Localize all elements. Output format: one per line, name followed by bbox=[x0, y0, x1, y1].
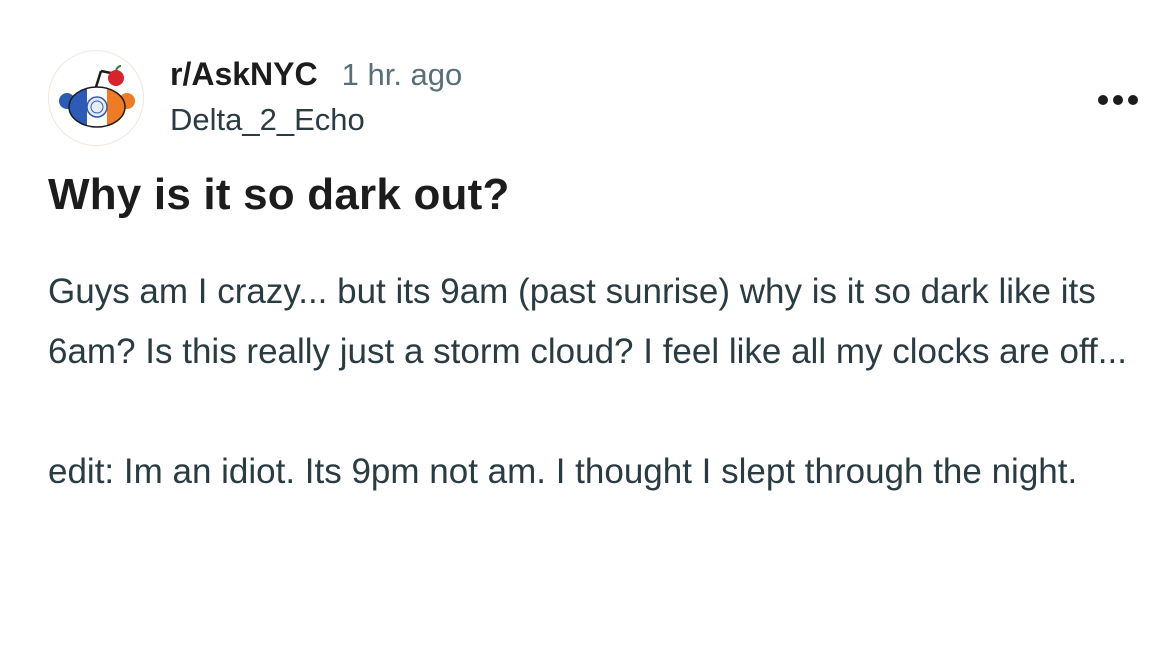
post-header: r/AskNYC 1 hr. ago Delta_2_Echo bbox=[48, 50, 1128, 150]
post-title[interactable]: Why is it so dark out? bbox=[48, 170, 510, 220]
post-body-paragraph: edit: Im an idiot. Its 9pm not am. I tho… bbox=[48, 452, 1078, 491]
author-username[interactable]: Delta_2_Echo bbox=[170, 102, 462, 138]
post-meta: r/AskNYC 1 hr. ago Delta_2_Echo bbox=[170, 56, 462, 138]
post-meta-line: r/AskNYC 1 hr. ago bbox=[170, 56, 462, 96]
post-body-paragraph: Guys am I crazy... but its 9am (past sun… bbox=[48, 272, 1127, 371]
more-options-button[interactable] bbox=[1096, 90, 1140, 110]
subreddit-avatar-icon[interactable] bbox=[48, 50, 144, 146]
post-card[interactable]: r/AskNYC 1 hr. ago Delta_2_Echo Why is i… bbox=[0, 0, 1170, 668]
post-timestamp: 1 hr. ago bbox=[341, 57, 463, 92]
post-body: Guys am I crazy... but its 9am (past sun… bbox=[48, 262, 1138, 502]
subreddit-link[interactable]: r/AskNYC bbox=[170, 56, 318, 93]
more-options-icon bbox=[1098, 95, 1138, 105]
